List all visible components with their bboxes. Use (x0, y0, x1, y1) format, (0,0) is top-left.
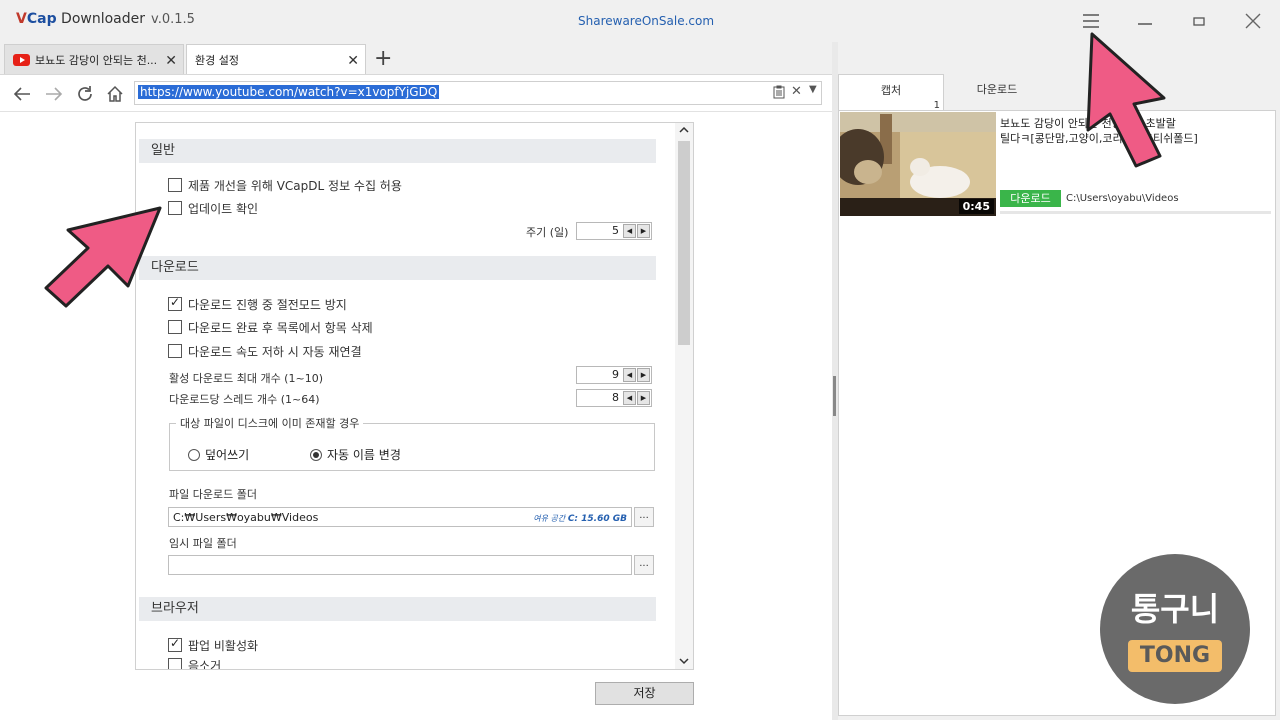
settings-panel: 일반 제품 개선을 위해 VCapDL 정보 수집 허용 업데이트 확인 주기 … (135, 122, 694, 670)
clear-icon[interactable]: ✕ (791, 84, 802, 99)
home-icon[interactable] (103, 82, 127, 106)
address-bar[interactable]: https://www.youtube.com/watch?v=x1vopfYj… (134, 81, 822, 105)
tab-close-icon[interactable]: ✕ (165, 53, 177, 69)
sponsor-link[interactable]: SharewareOnSale.com (578, 14, 714, 28)
tab-capture[interactable]: 캡처 1 (838, 74, 944, 111)
file-exists-title: 대상 파일이 디스크에 이미 존재할 경우 (176, 415, 364, 431)
update-period-stepper[interactable]: 5 ◀ ▶ (576, 222, 652, 240)
video-duration: 0:45 (958, 199, 994, 214)
section-general-header: 일반 (139, 139, 656, 163)
list-item[interactable]: 0:45 보뇨도 감당이 안되는 천방지축 초발랄 틸다ㅋ[콩단맘,고양이,코리… (839, 111, 1273, 217)
disable-popup-option[interactable]: 팝업 비활성화 (168, 636, 258, 654)
decrement-icon[interactable]: ◀ (623, 368, 636, 382)
progress-track (1000, 211, 1271, 214)
section-download-header: 다운로드 (139, 256, 656, 280)
navigation-bar: https://www.youtube.com/watch?v=x1vopfYj… (0, 74, 832, 112)
auto-reconnect-checkbox[interactable] (168, 344, 182, 358)
mute-checkbox[interactable] (168, 658, 182, 669)
clipboard-icon[interactable] (773, 85, 785, 103)
watermark-logo: 통구니 TONG (1100, 554, 1250, 704)
url-text[interactable]: https://www.youtube.com/watch?v=x1vopfYj… (138, 85, 440, 99)
temp-folder-label: 임시 파일 폴더 (169, 537, 237, 550)
scroll-up-icon[interactable] (679, 126, 689, 137)
max-active-label: 활성 다운로드 최대 개수 (1~10) (169, 372, 323, 385)
decrement-icon[interactable]: ◀ (623, 224, 636, 238)
remove-after-option[interactable]: 다운로드 완료 후 목록에서 항목 삭제 (168, 318, 373, 336)
settings-scrollbar[interactable] (675, 123, 693, 669)
auto-rename-option[interactable]: 자동 이름 변경 (310, 446, 401, 463)
scroll-down-icon[interactable] (679, 657, 689, 668)
file-exists-group: 대상 파일이 디스크에 이미 존재할 경우 덮어쓰기 자동 이름 변경 (169, 415, 655, 471)
save-button[interactable]: 저장 (595, 682, 694, 705)
disable-popup-checkbox[interactable] (168, 636, 182, 652)
remove-after-checkbox[interactable] (168, 320, 182, 334)
mute-option[interactable]: 음소거 (168, 656, 221, 669)
video-thumbnail[interactable]: 0:45 (840, 112, 996, 216)
app-version: v.0.1.5 (151, 12, 195, 27)
update-period-label: 주기 (일) (526, 226, 569, 239)
splitter-grip[interactable] (833, 376, 836, 416)
download-button[interactable]: 다운로드 (1000, 190, 1061, 207)
reload-icon[interactable] (73, 82, 97, 106)
new-tab-plus-icon[interactable]: + (374, 46, 392, 71)
maximize-icon[interactable] (1179, 6, 1219, 36)
annotation-arrow-icon (1086, 32, 1166, 168)
collect-info-checkbox[interactable] (168, 178, 182, 192)
browse-temp-folder-button[interactable]: ... (634, 555, 654, 575)
close-icon[interactable] (1233, 6, 1273, 36)
forward-icon[interactable] (42, 82, 66, 106)
download-folder-field[interactable]: C:₩Users₩oyabu₩Videos 여유 공간 C: 15.60 GB (168, 507, 632, 527)
free-space-text: 여유 공간 C: 15.60 GB (533, 514, 627, 524)
download-folder-label: 파일 다운로드 폴더 (169, 488, 257, 501)
download-path: C:\Users\oyabu\Videos (1066, 193, 1179, 204)
threads-label: 다운로드당 스레드 개수 (1~64) (169, 393, 320, 406)
auto-reconnect-option[interactable]: 다운로드 속도 저하 시 자동 재연결 (168, 342, 362, 360)
check-update-option[interactable]: 업데이트 확인 (168, 199, 258, 217)
increment-icon[interactable]: ▶ (637, 368, 650, 382)
prevent-sleep-checkbox[interactable] (168, 295, 182, 311)
prevent-sleep-option[interactable]: 다운로드 진행 중 절전모드 방지 (168, 295, 347, 313)
auto-rename-radio[interactable] (310, 448, 322, 461)
right-panel-tabs: 캡처 1 다운로드 (838, 74, 1280, 111)
scroll-thumb[interactable] (678, 141, 690, 345)
max-active-stepper[interactable]: 9 ◀ ▶ (576, 366, 652, 384)
increment-icon[interactable]: ▶ (637, 224, 650, 238)
check-update-checkbox[interactable] (168, 201, 182, 215)
browse-download-folder-button[interactable]: ... (634, 507, 654, 527)
annotation-arrow-icon (44, 206, 162, 308)
back-icon[interactable] (10, 82, 34, 106)
tab-settings[interactable]: 환경 설정 ✕ (186, 44, 366, 74)
tab-close-icon[interactable]: ✕ (347, 53, 359, 69)
youtube-icon (13, 53, 30, 66)
tab-bar: 보뇨도 감당이 안되는 천... ✕ 환경 설정 ✕ + (0, 42, 832, 74)
overwrite-radio[interactable] (188, 448, 200, 461)
increment-icon[interactable]: ▶ (637, 391, 650, 405)
overwrite-option[interactable]: 덮어쓰기 (188, 446, 249, 463)
collect-info-option[interactable]: 제품 개선을 위해 VCapDL 정보 수집 허용 (168, 176, 402, 194)
dropdown-icon[interactable]: ▼ (809, 84, 817, 95)
section-browser-header: 브라우저 (139, 597, 656, 621)
tab-download[interactable]: 다운로드 (944, 74, 1050, 110)
threads-stepper[interactable]: 8 ◀ ▶ (576, 389, 652, 407)
tab-youtube-video[interactable]: 보뇨도 감당이 안되는 천... ✕ (4, 44, 184, 74)
app-title: VCap Downloader v.0.1.5 (16, 11, 195, 27)
decrement-icon[interactable]: ◀ (623, 391, 636, 405)
temp-folder-field[interactable] (168, 555, 632, 575)
